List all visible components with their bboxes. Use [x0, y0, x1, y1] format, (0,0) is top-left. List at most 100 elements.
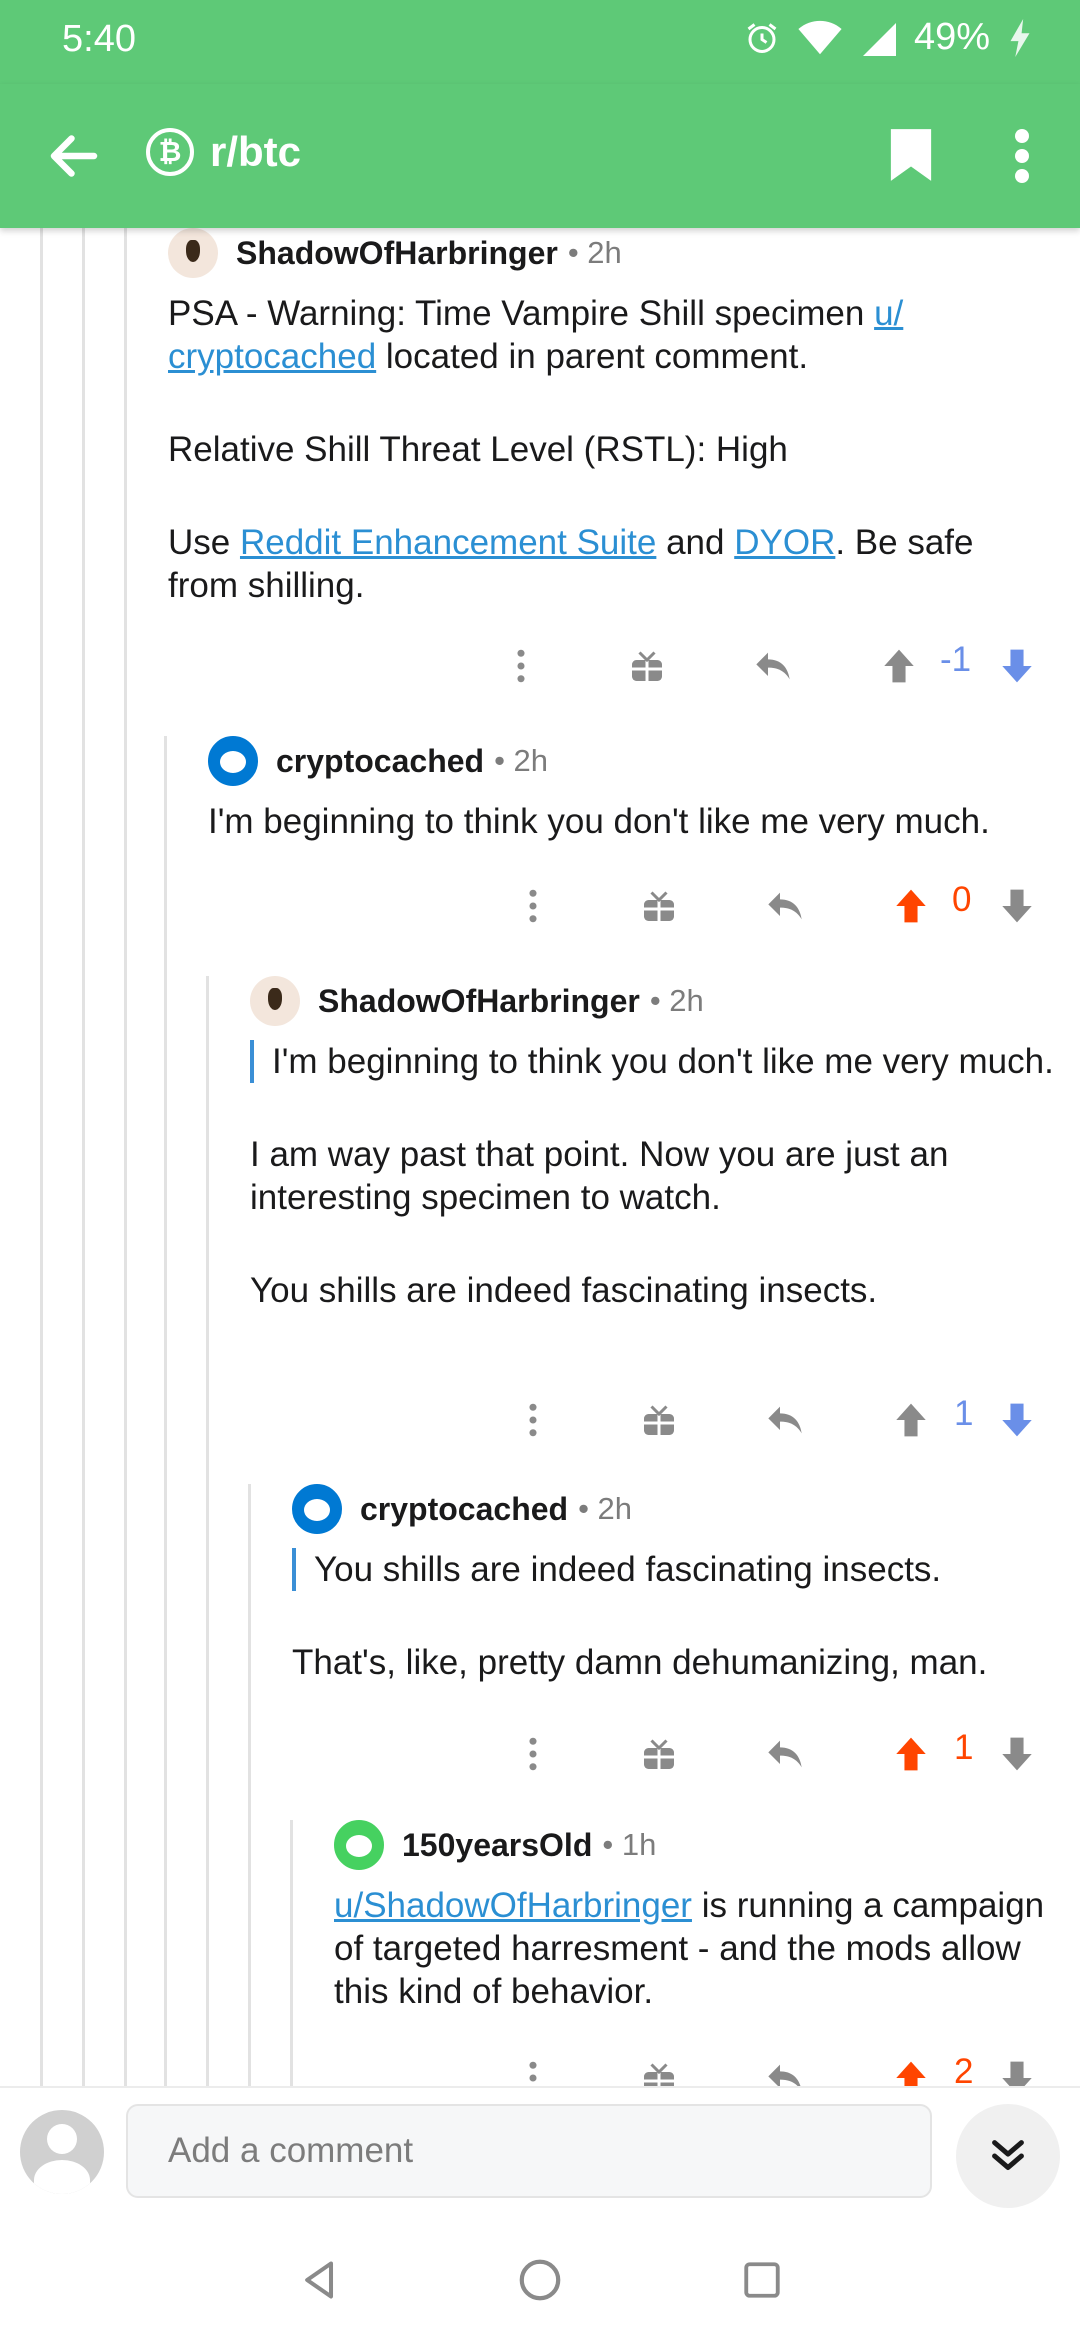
downvote-icon[interactable]	[992, 1390, 1042, 1450]
comment-paragraph: That's, like, pretty damn dehumanizing, …	[292, 1643, 988, 1682]
bitcoin-icon: ₿	[146, 128, 194, 176]
double-chevron-down-icon	[992, 2140, 1024, 2170]
comment-paragraph: You shills are indeed fascinating insect…	[250, 1271, 878, 1310]
signal-icon	[862, 22, 896, 56]
add-comment-input[interactable]: Add a comment	[126, 2104, 932, 2198]
comment-author[interactable]: ShadowOfHarbringer	[236, 235, 558, 272]
comment-score: 0	[952, 880, 972, 919]
quote-block: You shills are indeed fascinating insect…	[292, 1548, 1062, 1591]
comment-body: PSA - Warning: Time Vampire Shill specim…	[168, 292, 1048, 607]
comment-paragraph: PSA - Warning: Time Vampire Shill specim…	[168, 292, 1048, 378]
gift-icon[interactable]	[634, 1724, 684, 1784]
subreddit-title[interactable]: r/btc	[210, 128, 301, 176]
res-link[interactable]: Reddit Enhancement Suite	[240, 523, 656, 562]
downvote-icon[interactable]	[992, 876, 1042, 936]
comment-actions: 1	[0, 1390, 1080, 1450]
upvote-icon[interactable]	[886, 1390, 936, 1450]
more-options-icon[interactable]	[508, 1390, 558, 1450]
nav-recents-icon[interactable]	[732, 2250, 792, 2310]
text: Use	[168, 523, 240, 562]
reply-icon[interactable]	[748, 636, 798, 696]
comment-body: u/ShadowOfHarbringer is running a campai…	[334, 1884, 1064, 2013]
comment: 150yearsOld • 1h u/ShadowOfHarbringer is…	[334, 1820, 1064, 2013]
gift-icon[interactable]	[634, 2048, 684, 2086]
jump-next-button[interactable]	[956, 2104, 1060, 2208]
comment-paragraph: u/ShadowOfHarbringer is running a campai…	[334, 1884, 1064, 2013]
more-options-icon[interactable]	[508, 1724, 558, 1784]
reply-icon[interactable]	[760, 1390, 810, 1450]
downvote-icon[interactable]	[992, 1724, 1042, 1784]
comment: cryptocached • 2h You shills are indeed …	[292, 1484, 1062, 1684]
nav-back-icon[interactable]	[290, 2250, 350, 2310]
comment-actions: 0	[0, 876, 1080, 936]
text: and	[656, 523, 735, 562]
comment-meta: • 1h	[602, 1827, 657, 1862]
comment-meta: • 2h	[649, 983, 704, 1018]
comment-header: 150yearsOld • 1h	[334, 1820, 1064, 1870]
comment-score: 1	[954, 1394, 974, 1433]
downvote-icon[interactable]	[992, 2048, 1042, 2086]
thread-line	[40, 228, 43, 2086]
user-link[interactable]: u/ShadowOfHarbringer	[334, 1886, 692, 1925]
charging-icon	[1010, 18, 1030, 57]
alarm-icon	[747, 22, 777, 53]
user-avatar[interactable]	[20, 2110, 104, 2194]
avatar[interactable]	[208, 736, 258, 786]
comment-actions: 1	[0, 1724, 1080, 1784]
bookmark-icon[interactable]	[888, 126, 934, 184]
comment-paragraph: Relative Shill Threat Level (RSTL): High	[168, 430, 788, 469]
quote-block: I'm beginning to think you don't like me…	[250, 1040, 1060, 1083]
upvote-icon[interactable]	[886, 876, 936, 936]
more-options-icon[interactable]	[508, 876, 558, 936]
gift-icon[interactable]	[634, 1390, 684, 1450]
comment-score: 2	[954, 2052, 974, 2086]
comment-score: -1	[940, 640, 972, 679]
thread-line	[248, 1484, 251, 2086]
reply-icon[interactable]	[760, 876, 810, 936]
battery-percent: 49%	[913, 16, 990, 58]
comment-body: I'm beginning to think you don't like me…	[208, 800, 1068, 843]
text: located in parent comment.	[376, 337, 809, 376]
back-arrow-icon[interactable]	[44, 126, 104, 186]
avatar[interactable]	[250, 976, 300, 1026]
comment-header: cryptocached • 2h	[292, 1484, 1062, 1534]
reply-icon[interactable]	[760, 1724, 810, 1784]
avatar[interactable]	[168, 228, 218, 278]
gift-icon[interactable]	[622, 636, 672, 696]
upvote-icon[interactable]	[886, 1724, 936, 1784]
comment-author[interactable]: cryptocached	[360, 1491, 568, 1528]
comment-author[interactable]: cryptocached	[276, 743, 484, 780]
comment-paragraph: Use Reddit Enhancement Suite and DYOR. B…	[168, 521, 1048, 607]
comment-author[interactable]: 150yearsOld	[402, 1827, 592, 1864]
comment-header: ShadowOfHarbringer • 2h	[168, 228, 1048, 278]
avatar[interactable]	[334, 1820, 384, 1870]
app-toolbar: ₿ r/btc	[0, 84, 1080, 228]
more-options-icon[interactable]	[496, 636, 546, 696]
comment-score: 1	[954, 1728, 974, 1767]
more-options-icon[interactable]	[508, 2048, 558, 2086]
gift-icon[interactable]	[634, 876, 684, 936]
comment-meta: • 2h	[567, 235, 622, 270]
thread-line	[82, 228, 85, 2086]
status-time: 5:40	[62, 18, 136, 60]
comment-header: cryptocached • 2h	[208, 736, 1068, 786]
status-bar: 5:40 49%	[0, 0, 1080, 84]
dyor-link[interactable]: DYOR	[734, 523, 835, 562]
more-options-icon[interactable]	[1010, 126, 1034, 186]
reply-icon[interactable]	[760, 2048, 810, 2086]
upvote-icon[interactable]	[874, 636, 924, 696]
downvote-icon[interactable]	[992, 636, 1042, 696]
comment: cryptocached • 2h I'm beginning to think…	[208, 736, 1068, 843]
comment-actions: -1	[0, 636, 1080, 696]
comment-thread[interactable]: ShadowOfHarbringer • 2h PSA - Warning: T…	[0, 228, 1080, 2086]
comment-meta: • 2h	[578, 1491, 633, 1526]
avatar[interactable]	[292, 1484, 342, 1534]
system-nav-bar	[0, 2216, 1080, 2340]
nav-home-icon[interactable]	[510, 2250, 570, 2310]
comment-meta: • 2h	[494, 743, 549, 778]
comment-author[interactable]: ShadowOfHarbringer	[318, 983, 640, 1020]
comment-body: I'm beginning to think you don't like me…	[250, 1040, 1060, 1312]
text: PSA - Warning: Time Vampire Shill specim…	[168, 294, 875, 333]
thread-line	[124, 228, 127, 2086]
upvote-icon[interactable]	[886, 2048, 936, 2086]
